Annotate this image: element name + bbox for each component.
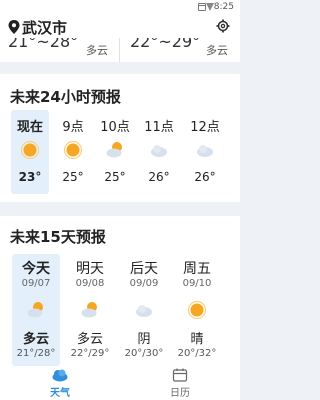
day-date: 09/07 [21, 278, 51, 289]
hour-item[interactable]: 11点 26° [140, 110, 178, 194]
day-temp-range: 20°/30° [124, 348, 164, 359]
day-temp-range: 20°/32° [177, 348, 217, 359]
today-tomorrow-strip: 21°~28° 多云 22°~29° 多云 [0, 38, 240, 62]
calendar-status-icon [198, 3, 206, 11]
status-bar: 8:25 [0, 0, 240, 16]
hour-label: 9点 [62, 120, 84, 135]
day-item[interactable]: 今天 09/07 多云 21°/28° [12, 254, 60, 366]
day-item[interactable]: 明天 09/08 多云 22°/29° [66, 254, 114, 366]
cloud-icon [136, 305, 152, 317]
hour-item[interactable]: 10点 25° [96, 110, 134, 194]
nav-weather-label: 天气 [50, 388, 70, 399]
day-condition: 阴 [137, 332, 151, 347]
day-condition: 晴 [190, 332, 204, 347]
hour-temp: 26° [148, 170, 170, 184]
hour-label: 12点 [190, 120, 220, 135]
hour-label: 10点 [100, 120, 130, 135]
partly-cloudy-icon [106, 142, 122, 158]
sun-icon [187, 300, 207, 320]
nav-calendar[interactable]: 日历 [150, 366, 210, 400]
hour-temp: 25° [104, 170, 126, 184]
nav-weather[interactable]: 天气 [30, 366, 90, 400]
hour-item[interactable]: 12点 26° [186, 110, 224, 194]
bottom-nav: 天气 日历 [0, 366, 240, 400]
day-name: 后天 [130, 261, 158, 277]
day-condition: 多云 [76, 332, 103, 347]
hour-temp: 23° [18, 170, 42, 184]
today-condition: 多云 [86, 44, 108, 57]
tomorrow-condition: 多云 [206, 44, 228, 57]
day-date: 09/08 [75, 278, 105, 289]
daily-title: 未来15天预报 [10, 228, 106, 246]
hourly-forecast-card: 未来24小时预报 现在 23° 9点 25° 10点 25° 11点 26° 1… [0, 74, 240, 202]
day-item[interactable]: 后天 09/09 阴 20°/30° [120, 254, 168, 366]
hour-item[interactable]: 现在 23° [11, 110, 49, 194]
day-temp-range: 22°/29° [70, 348, 110, 359]
weather-nav-icon [52, 369, 68, 382]
today-temp-range: 21°~28° [8, 38, 79, 51]
partly-cloudy-icon [81, 302, 97, 318]
calendar-nav-icon [172, 368, 188, 382]
hour-item[interactable]: 9点 25° [54, 110, 92, 194]
hour-temp: 25° [62, 170, 84, 184]
cloud-icon [197, 145, 213, 157]
partly-cloudy-icon [27, 302, 43, 318]
day-name: 今天 [22, 261, 50, 277]
day-date: 09/09 [129, 278, 159, 289]
day-name: 周五 [183, 261, 211, 277]
location-pin-icon [8, 20, 20, 34]
daily-forecast-card: 未来15天预报 今天 09/07 多云 21°/28° 明天 09/08 多云 … [0, 216, 240, 366]
sun-icon [63, 140, 83, 160]
status-time: 8:25 [213, 2, 234, 12]
hour-temp: 26° [194, 170, 216, 184]
cloud-icon [151, 145, 167, 157]
sun-icon [20, 140, 40, 160]
day-temp-range: 21°/28° [16, 348, 56, 359]
tomorrow-temp-range: 22°~29° [130, 38, 201, 51]
settings-icon[interactable] [216, 19, 230, 33]
header: 武汉市 [0, 16, 240, 38]
hour-label: 11点 [144, 120, 174, 135]
nav-calendar-label: 日历 [170, 388, 190, 399]
day-condition: 多云 [22, 332, 49, 347]
strip-divider [119, 38, 120, 62]
hour-label: 现在 [16, 120, 43, 135]
hourly-title: 未来24小时预报 [10, 88, 121, 106]
day-date: 09/10 [182, 278, 212, 289]
city-name[interactable]: 武汉市 [22, 17, 67, 38]
day-item[interactable]: 周五 09/10 晴 20°/32° [173, 254, 221, 366]
day-name: 明天 [76, 261, 104, 277]
